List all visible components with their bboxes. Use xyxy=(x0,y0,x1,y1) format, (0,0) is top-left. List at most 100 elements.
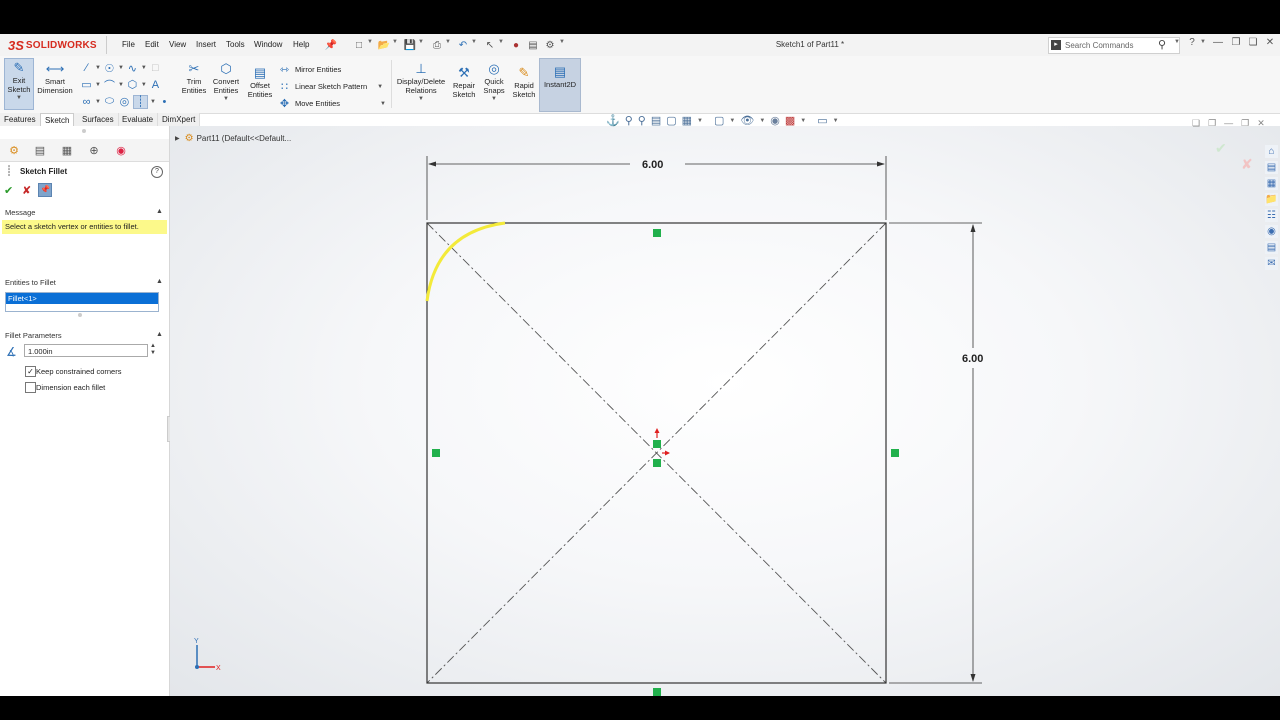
file-properties-icon[interactable]: ▤ xyxy=(526,38,540,52)
move-entities-dropdown-icon[interactable]: ▼ xyxy=(380,101,386,107)
instant2d-button[interactable]: ▤ Instant2D xyxy=(539,58,581,112)
viewport-tile-icon[interactable]: ❐ xyxy=(1208,118,1216,129)
move-entities-button[interactable]: ✥ Move Entities ▼ xyxy=(278,95,390,112)
pin-menu-icon[interactable]: 📌 xyxy=(324,38,338,52)
undo-icon[interactable]: ↶ xyxy=(456,38,470,52)
menu-insert[interactable]: Insert xyxy=(196,40,216,49)
display-manager-tab-icon[interactable]: ◉ xyxy=(113,143,129,157)
radius-spinner[interactable]: ▲ ▼ xyxy=(150,343,156,357)
spline-dropdown-icon[interactable]: ▼ xyxy=(141,65,147,71)
message-collapse-icon[interactable]: ▲ xyxy=(156,208,163,215)
ok-checkmark-button[interactable]: ✔ xyxy=(4,184,13,197)
hide-show-items-icon[interactable]: 👁 xyxy=(740,114,754,127)
help-dropdown-icon[interactable]: ▼ xyxy=(1200,39,1206,45)
menu-tools[interactable]: Tools xyxy=(226,40,245,49)
parameters-section-header[interactable]: Fillet Parameters xyxy=(5,331,62,340)
width-dimension[interactable]: 6.00 xyxy=(642,159,663,171)
tab-surfaces[interactable]: Surfaces xyxy=(78,113,119,126)
tab-sketch[interactable]: Sketch xyxy=(40,113,75,127)
menu-edit[interactable]: Edit xyxy=(145,40,159,49)
help-question-icon[interactable]: ? xyxy=(1186,37,1198,48)
select-cursor-icon[interactable]: ↖ xyxy=(483,38,497,52)
offset-entities-button[interactable]: ▤ Offset Entities xyxy=(246,64,274,100)
arc-icon[interactable]: ⌒ xyxy=(103,79,116,92)
tab-dimxpert[interactable]: DimXpert xyxy=(158,113,201,126)
polygon-dropdown-icon[interactable]: ▼ xyxy=(141,82,147,88)
tab-evaluate[interactable]: Evaluate xyxy=(118,113,159,126)
line-dropdown-icon[interactable]: ▼ xyxy=(95,65,101,71)
list-item[interactable]: Fillet<1> xyxy=(6,293,158,304)
cancel-x-button[interactable]: ✘ xyxy=(22,184,31,197)
reference-triad[interactable]: Y X xyxy=(194,638,221,672)
exit-sketch-button[interactable]: ✎ Exit Sketch ▼ xyxy=(4,58,34,110)
mirror-entities-button[interactable]: ⇿ Mirror Entities xyxy=(278,61,390,78)
rapid-sketch-button[interactable]: ✎ Rapid Sketch xyxy=(511,64,537,100)
dynamic-annotation-icon[interactable]: ▦ xyxy=(682,114,692,127)
sketch-fillet-active-icon[interactable]: ┊ xyxy=(132,94,148,109)
new-document-icon[interactable]: □ xyxy=(352,38,366,52)
viewport-restore-icon[interactable]: ❏ xyxy=(1192,118,1200,129)
feature-manager-tab-icon[interactable]: ⚙ xyxy=(6,143,22,157)
horizontal-relation-icon[interactable] xyxy=(653,229,661,237)
open-icon[interactable]: 📂 xyxy=(377,38,391,52)
help-icon[interactable]: ? xyxy=(151,166,163,178)
centerline-icon[interactable]: • xyxy=(158,96,171,108)
fillet-dropdown-icon[interactable]: ▼ xyxy=(150,99,156,105)
options-dropdown-icon[interactable]: ▼ xyxy=(559,39,565,45)
horizontal-relation-icon[interactable] xyxy=(653,688,661,696)
panel-splitter-handle[interactable] xyxy=(82,129,86,133)
message-section-header[interactable]: Message xyxy=(5,208,35,217)
zoom-to-fit-icon[interactable]: ⚲ xyxy=(625,114,633,127)
previous-view-icon[interactable]: ▤ xyxy=(651,114,661,127)
text-icon[interactable]: A xyxy=(149,79,162,91)
viewport-maximize-icon[interactable]: ❐ xyxy=(1241,118,1249,129)
point-icon[interactable]: ◎ xyxy=(118,96,131,108)
solidworks-logo[interactable]: 3S SOLIDWORKS xyxy=(8,38,97,53)
rectangle-dropdown-icon[interactable]: ▼ xyxy=(95,82,101,88)
convert-entities-button[interactable]: ⬡ Convert Entities ▼ xyxy=(210,60,242,104)
coincident-relation-icon[interactable] xyxy=(653,459,661,467)
height-dimension[interactable]: 6.00 xyxy=(962,353,983,365)
rectangle-icon[interactable]: ▭ xyxy=(80,79,93,91)
repair-sketch-button[interactable]: ⚒ Repair Sketch xyxy=(450,64,478,100)
coincident-relation-icon[interactable] xyxy=(653,440,661,448)
menu-window[interactable]: Window xyxy=(254,40,282,49)
new-dropdown-icon[interactable]: ▼ xyxy=(367,39,373,45)
scene-dropdown-icon[interactable]: ▼ xyxy=(800,118,806,124)
minimize-icon[interactable]: — xyxy=(1212,37,1224,48)
save-dropdown-icon[interactable]: ▼ xyxy=(418,39,424,45)
hide-show-dropdown-icon[interactable]: ▼ xyxy=(759,118,765,124)
smart-dimension-button[interactable]: ⟷ Smart Dimension xyxy=(36,60,74,96)
apply-scene-icon[interactable]: ▩ xyxy=(785,114,795,127)
menu-view[interactable]: View xyxy=(169,40,186,49)
tile-icon[interactable]: ❏ xyxy=(1247,37,1259,48)
entities-selection-box[interactable]: Fillet<1> xyxy=(5,292,159,312)
display-style-icon[interactable]: ▢ xyxy=(714,114,724,127)
print-dropdown-icon[interactable]: ▼ xyxy=(445,39,451,45)
search-icon[interactable]: ⚲ xyxy=(1158,38,1166,51)
view-settings-dropdown-icon[interactable]: ▼ xyxy=(833,118,839,124)
viewport-minimize-icon[interactable]: — xyxy=(1224,118,1233,129)
viewport-close-icon[interactable]: ✕ xyxy=(1257,118,1265,129)
dimension-each-fillet-checkbox[interactable] xyxy=(25,382,36,393)
close-icon[interactable]: ✕ xyxy=(1264,37,1276,48)
restore-icon[interactable]: ❐ xyxy=(1230,37,1242,48)
keep-visible-pin-button[interactable]: 📌 xyxy=(38,183,52,197)
section-view-icon[interactable]: ▢ xyxy=(666,114,676,127)
parameters-collapse-icon[interactable]: ▲ xyxy=(156,331,163,338)
sketch-canvas[interactable]: 6.00 6.00 Y X xyxy=(170,126,1280,696)
polygon-icon[interactable]: ⬡ xyxy=(126,79,139,91)
circle-dropdown-icon[interactable]: ▼ xyxy=(118,65,124,71)
menu-help[interactable]: Help xyxy=(293,40,309,49)
ellipse-icon[interactable]: ⬭ xyxy=(103,95,116,108)
arc-dropdown-icon[interactable]: ▼ xyxy=(118,82,124,88)
search-dropdown-icon[interactable]: ▼ xyxy=(1174,39,1180,45)
options-gear-icon[interactable]: ⚙ xyxy=(543,38,557,52)
display-style-dropdown-icon[interactable]: ▼ xyxy=(729,118,735,124)
menu-file[interactable]: File xyxy=(122,40,135,49)
graphics-area[interactable]: ▶ ⚙ Part11 (Default<<Default... ✔ ✘ ⌂ ▤ … xyxy=(170,126,1280,696)
select-dropdown-icon[interactable]: ▼ xyxy=(498,39,504,45)
dimxpert-manager-tab-icon[interactable]: ⊕ xyxy=(86,143,102,157)
view-settings-icon[interactable]: ▭ xyxy=(817,114,827,127)
slot-dropdown-icon[interactable]: ▼ xyxy=(95,99,101,105)
